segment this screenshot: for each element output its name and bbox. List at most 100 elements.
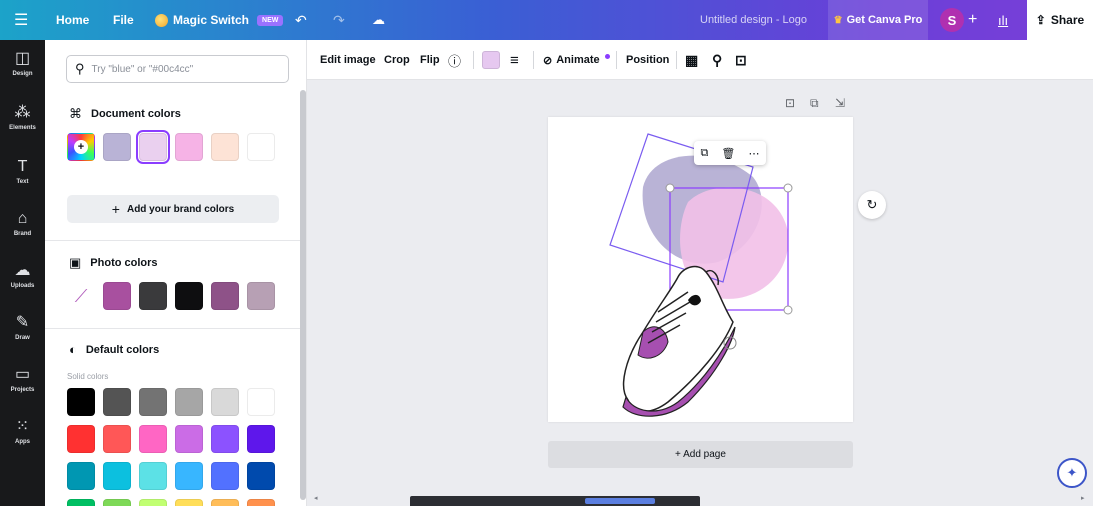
animate-button[interactable]: ⊘ Animate (543, 40, 610, 80)
resize-handle[interactable] (665, 183, 675, 193)
divider (45, 240, 300, 241)
page-duplicate-icon[interactable]: ⧉ (810, 96, 819, 111)
color-swatch[interactable] (211, 282, 239, 310)
color-swatch[interactable] (103, 282, 131, 310)
color-swatch[interactable] (67, 462, 95, 490)
document-title[interactable]: Untitled design - Logo (700, 0, 807, 40)
flip-button[interactable]: Flip (420, 40, 440, 80)
avatar[interactable]: S (940, 8, 964, 32)
photo-colors-header: ▣ Photo colors (69, 255, 158, 271)
color-swatch[interactable] (139, 499, 167, 506)
rail-label: Text (16, 179, 29, 185)
color-swatch[interactable] (67, 388, 95, 416)
home-button[interactable]: Home (56, 0, 89, 40)
resize-handle[interactable] (783, 183, 793, 193)
page-lock-icon[interactable]: ⊡ (785, 96, 795, 110)
rail-text[interactable]: T Text (0, 158, 45, 185)
color-swatch[interactable] (211, 388, 239, 416)
scroll-left-icon[interactable]: ◂ (314, 494, 318, 502)
color-picker-button[interactable] (482, 40, 500, 80)
insights-icon[interactable]: ılı (998, 0, 1008, 40)
color-swatch[interactable] (103, 499, 131, 506)
page-add-icon[interactable]: ⇲ (835, 96, 845, 110)
color-swatch[interactable] (103, 133, 131, 161)
scroll-right-icon[interactable]: ▸ (1081, 494, 1085, 502)
color-search-input[interactable]: ⚲ Try "blue" or "#00c4cc" (66, 55, 289, 83)
more-icon[interactable]: ⋯ (748, 147, 759, 160)
color-swatch[interactable] (103, 388, 131, 416)
color-swatch[interactable] (103, 462, 131, 490)
color-swatch[interactable] (211, 133, 239, 161)
color-swatch[interactable] (211, 425, 239, 453)
color-swatch[interactable] (247, 282, 275, 310)
magic-switch-button[interactable]: Magic Switch NEW (155, 0, 284, 40)
file-menu[interactable]: File (113, 0, 134, 40)
share-button[interactable]: ⇪ Share (1027, 0, 1093, 40)
color-swatch[interactable] (175, 388, 203, 416)
color-swatch[interactable] (139, 282, 167, 310)
rail-brand[interactable]: ⌂ Brand (0, 210, 45, 237)
transparency-icon[interactable]: ▦ (685, 40, 698, 80)
invite-plus-icon[interactable]: + (968, 0, 977, 40)
page-bar-thumb[interactable] (585, 498, 655, 504)
lock-icon[interactable]: ⊡ (735, 40, 747, 80)
selected-color-chip (482, 51, 500, 69)
color-swatch[interactable] (139, 462, 167, 490)
duplicate-icon[interactable]: ⧉ (701, 147, 709, 160)
crop-button[interactable]: Crop (384, 40, 410, 80)
rail-uploads[interactable]: ☁ Uploads (0, 262, 45, 289)
color-swatch[interactable] (175, 282, 203, 310)
color-swatch[interactable] (139, 425, 167, 453)
regenerate-icon[interactable]: ↻ (858, 191, 886, 219)
magic-assistant-icon[interactable]: ✦ (1057, 458, 1087, 488)
resize-handle[interactable] (783, 305, 793, 315)
border-style-icon[interactable]: ≡ (510, 40, 519, 80)
color-swatch[interactable] (247, 499, 275, 506)
color-swatch[interactable] (139, 388, 167, 416)
color-swatch[interactable] (211, 462, 239, 490)
redo-icon[interactable]: ↷ (333, 0, 345, 40)
animate-label: Animate (556, 54, 600, 66)
color-swatch[interactable] (247, 425, 275, 453)
rail-label: Projects (10, 387, 35, 393)
add-page-button[interactable]: + Add page (548, 441, 853, 468)
animate-icon: ⊘ (543, 54, 553, 67)
undo-icon[interactable]: ↶ (295, 0, 307, 40)
rail-design[interactable]: ◫ Design (0, 50, 45, 77)
color-swatch[interactable] (103, 425, 131, 453)
edit-image-button[interactable]: Edit image (320, 40, 376, 80)
rail-label: Draw (15, 335, 30, 341)
trash-icon[interactable]: 🗑 (721, 147, 735, 160)
color-swatch[interactable] (247, 133, 275, 161)
bottom-page-bar[interactable] (410, 496, 700, 506)
color-swatch[interactable] (211, 499, 239, 506)
menu-icon[interactable]: ☰ (14, 0, 28, 40)
toolbar-separator (676, 51, 677, 69)
color-swatch[interactable] (175, 462, 203, 490)
color-swatch[interactable] (247, 462, 275, 490)
rail-apps[interactable]: ⁙ Apps (0, 418, 45, 445)
rail-projects[interactable]: ▭ Projects (0, 366, 45, 393)
sneaker-thumbnail-icon: ⟋ (74, 285, 88, 306)
color-swatch[interactable] (247, 388, 275, 416)
get-canva-pro-button[interactable]: ♛ Get Canva Pro (828, 0, 928, 40)
add-brand-colors-button[interactable]: + Add your brand colors (67, 195, 279, 223)
color-swatch[interactable] (175, 425, 203, 453)
info-icon[interactable]: ⓘ (448, 40, 461, 80)
color-swatch[interactable] (175, 499, 203, 506)
color-swatch[interactable] (175, 133, 203, 161)
default-colors-row (67, 499, 275, 506)
color-swatch[interactable] (67, 425, 95, 453)
cloud-saved-icon[interactable]: ☁ (372, 0, 385, 40)
magic-switch-label: Magic Switch (173, 13, 250, 27)
rail-draw[interactable]: ✎ Draw (0, 314, 45, 341)
copy-style-icon[interactable]: ⚲ (712, 40, 722, 80)
color-swatch[interactable] (67, 499, 95, 506)
panel-scrollbar[interactable] (300, 90, 306, 500)
share-icon: ⇪ (1035, 13, 1046, 27)
default-colors-row (67, 425, 275, 453)
position-button[interactable]: Position (626, 40, 669, 80)
color-swatch-selected[interactable] (136, 130, 170, 164)
rail-elements[interactable]: ⁂ Elements (0, 104, 45, 131)
add-color-button[interactable]: + (67, 133, 95, 161)
